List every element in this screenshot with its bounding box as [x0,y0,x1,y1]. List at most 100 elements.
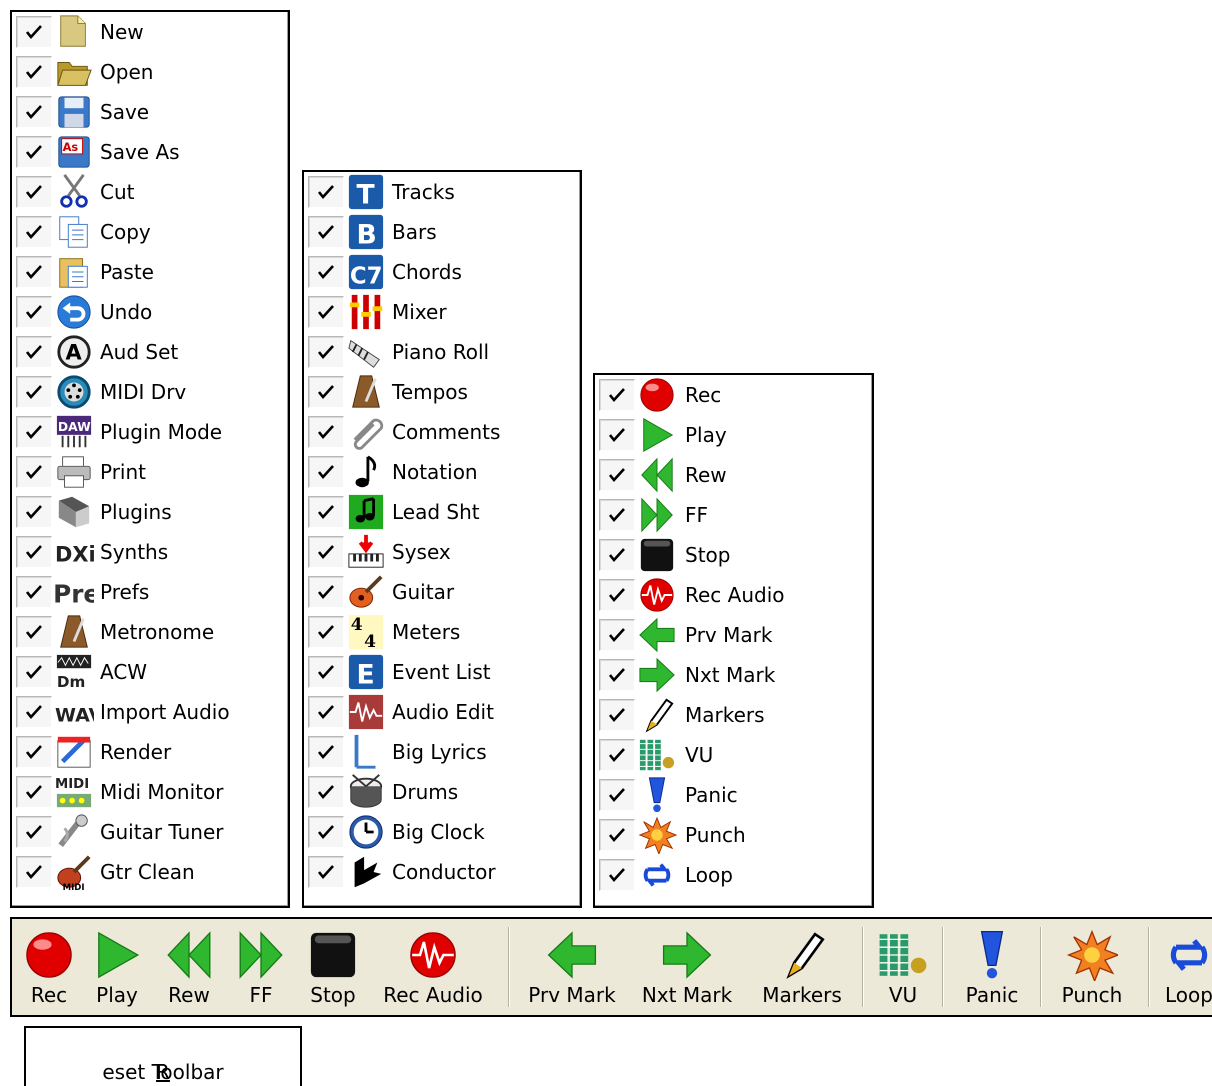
checkmark-icon[interactable] [16,816,52,848]
checkmark-icon[interactable] [599,859,635,891]
menu-item-bars[interactable]: B Bars [304,212,580,252]
menu-item-piano-roll[interactable]: Piano Roll [304,332,580,372]
menu-item-render[interactable]: Render [12,732,288,772]
menu-item-big-lyrics[interactable]: Big Lyrics [304,732,580,772]
menu-item-synths[interactable]: DXi Synths [12,532,288,572]
menu-item-cut[interactable]: Cut [12,172,288,212]
menu-item-save[interactable]: Save [12,92,288,132]
checkmark-icon[interactable] [308,776,344,808]
menu-item-conductor[interactable]: Conductor [304,852,580,892]
checkmark-icon[interactable] [308,856,344,888]
reset-toolbar-button[interactable]: Reset Toolbar [24,1026,302,1086]
menu-item-copy[interactable]: Copy [12,212,288,252]
markers-button[interactable]: Markers [748,923,856,1011]
checkmark-icon[interactable] [16,176,52,208]
checkmark-icon[interactable] [599,499,635,531]
checkmark-icon[interactable] [308,696,344,728]
menu-item-print[interactable]: Print [12,452,288,492]
menu-item-rec[interactable]: Rec [595,375,872,415]
menu-item-meters[interactable]: 4 4 Meters [304,612,580,652]
checkmark-icon[interactable] [599,659,635,691]
checkmark-icon[interactable] [16,856,52,888]
checkmark-icon[interactable] [599,779,635,811]
menu-item-lead-sht[interactable]: Lead Sht [304,492,580,532]
checkmark-icon[interactable] [16,416,52,448]
checkmark-icon[interactable] [599,579,635,611]
checkmark-icon[interactable] [16,736,52,768]
menu-item-import-audio[interactable]: WAV Import Audio [12,692,288,732]
checkmark-icon[interactable] [599,819,635,851]
checkmark-icon[interactable] [16,216,52,248]
checkmark-icon[interactable] [16,456,52,488]
checkmark-icon[interactable] [308,336,344,368]
checkmark-icon[interactable] [599,539,635,571]
checkmark-icon[interactable] [308,256,344,288]
rew-button[interactable]: Rew [156,923,222,1011]
checkmark-icon[interactable] [599,419,635,451]
checkmark-icon[interactable] [308,816,344,848]
checkmark-icon[interactable] [16,576,52,608]
menu-item-rec-audio[interactable]: Rec Audio [595,575,872,615]
checkmark-icon[interactable] [308,376,344,408]
menu-item-midi-monitor[interactable]: MIDI Midi Monitor [12,772,288,812]
menu-item-ff[interactable]: FF [595,495,872,535]
menu-item-guitar[interactable]: Guitar [304,572,580,612]
menu-item-chords[interactable]: C7 Chords [304,252,580,292]
checkmark-icon[interactable] [16,536,52,568]
checkmark-icon[interactable] [308,656,344,688]
menu-item-midi-drv[interactable]: MIDI Drv [12,372,288,412]
menu-item-open[interactable]: Open [12,52,288,92]
menu-item-tracks[interactable]: T Tracks [304,172,580,212]
menu-item-new[interactable]: New [12,12,288,52]
menu-item-prv-mark[interactable]: Prv Mark [595,615,872,655]
menu-item-metronome[interactable]: Metronome [12,612,288,652]
checkmark-icon[interactable] [16,496,52,528]
checkmark-icon[interactable] [599,739,635,771]
menu-item-guitar-tuner[interactable]: Guitar Tuner [12,812,288,852]
menu-item-audio-edit[interactable]: Audio Edit [304,692,580,732]
punch-button[interactable]: Punch [1042,923,1142,1011]
checkmark-icon[interactable] [308,736,344,768]
checkmark-icon[interactable] [16,776,52,808]
menu-item-nxt-mark[interactable]: Nxt Mark [595,655,872,695]
rec-audio-button[interactable]: Rec Audio [378,923,488,1011]
checkmark-icon[interactable] [599,459,635,491]
menu-item-plugins[interactable]: Plugins [12,492,288,532]
checkmark-icon[interactable] [308,576,344,608]
checkmark-icon[interactable] [16,136,52,168]
checkmark-icon[interactable] [16,256,52,288]
checkmark-icon[interactable] [16,616,52,648]
panic-button[interactable]: Panic [948,923,1036,1011]
checkmark-icon[interactable] [308,616,344,648]
checkmark-icon[interactable] [16,296,52,328]
checkmark-icon[interactable] [16,336,52,368]
checkmark-icon[interactable] [308,536,344,568]
checkmark-icon[interactable] [16,96,52,128]
loop-button[interactable]: Loop [1156,923,1212,1011]
menu-item-event-list[interactable]: E Event List [304,652,580,692]
checkmark-icon[interactable] [308,216,344,248]
checkmark-icon[interactable] [16,376,52,408]
prv-mark-button[interactable]: Prv Mark [522,923,622,1011]
vu-button[interactable]: VU [868,923,938,1011]
checkmark-icon[interactable] [599,699,635,731]
checkmark-icon[interactable] [308,416,344,448]
menu-item-rew[interactable]: Rew [595,455,872,495]
menu-item-play[interactable]: Play [595,415,872,455]
menu-item-loop[interactable]: Loop [595,855,872,895]
menu-item-vu[interactable]: VU [595,735,872,775]
menu-item-prefs[interactable]: PrefPrefs [12,572,288,612]
menu-item-panic[interactable]: Panic [595,775,872,815]
menu-item-big-clock[interactable]: Big Clock [304,812,580,852]
ff-button[interactable]: FF [228,923,294,1011]
menu-item-save-as[interactable]: As Save As [12,132,288,172]
menu-item-paste[interactable]: Paste [12,252,288,292]
menu-item-gtr-clean[interactable]: MIDI Gtr Clean [12,852,288,892]
menu-item-drums[interactable]: Drums [304,772,580,812]
checkmark-icon[interactable] [16,16,52,48]
checkmark-icon[interactable] [599,619,635,651]
menu-item-punch[interactable]: Punch [595,815,872,855]
menu-item-mixer[interactable]: Mixer [304,292,580,332]
menu-item-stop[interactable]: Stop [595,535,872,575]
checkmark-icon[interactable] [308,176,344,208]
